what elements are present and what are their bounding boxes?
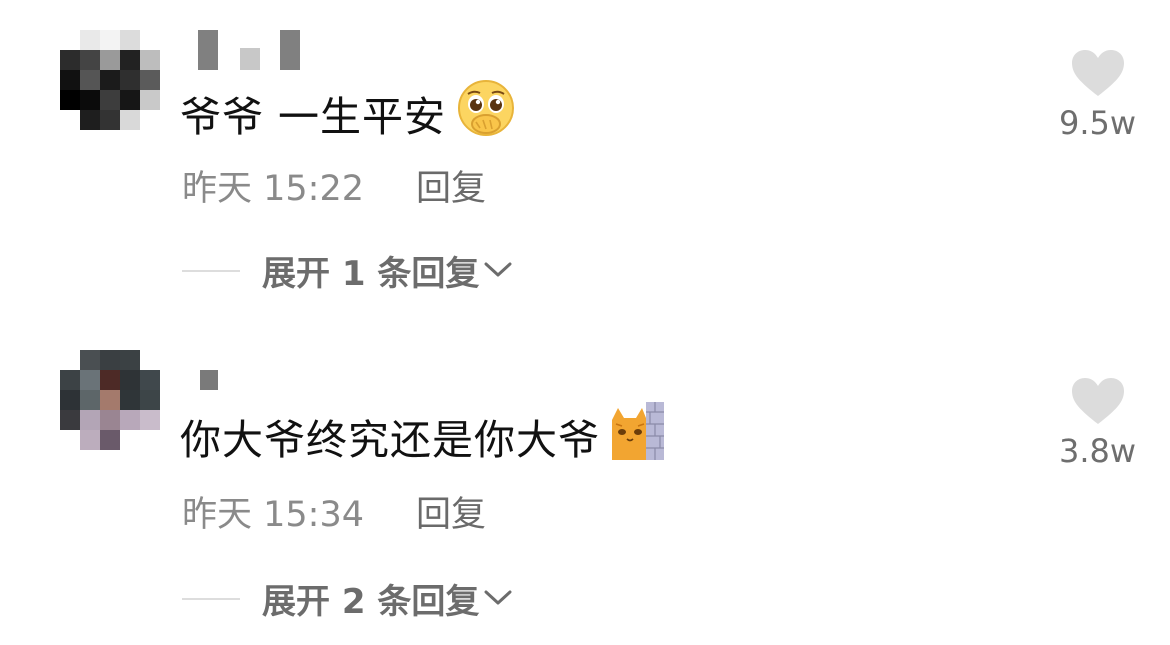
expand-replies-label: 展开 2 条回复	[262, 582, 480, 622]
avatar[interactable]	[60, 30, 160, 130]
chevron-down-icon	[483, 587, 513, 611]
divider-line	[182, 597, 240, 600]
expand-replies-button[interactable]: 展开 2 条回复	[182, 574, 513, 623]
comment-timestamp: 昨天 15:34	[182, 495, 364, 535]
like-count: 3.8w	[1058, 432, 1137, 470]
cat-peeking-emoji-icon	[610, 402, 666, 470]
like-count: 9.5w	[1058, 104, 1137, 142]
expand-replies-label: 展开 1 条回复	[262, 254, 480, 294]
comment-meta: 昨天 15:34 回复	[182, 486, 486, 537]
comment-text: 爷爷 一生平安	[180, 78, 516, 148]
comment-text-content: 爷爷 一生平安	[180, 93, 447, 141]
chevron-down-icon	[483, 259, 513, 283]
comment-text: 你大爷终究还是你大爷	[180, 402, 666, 470]
comment-timestamp: 昨天 15:22	[182, 169, 364, 209]
divider-line	[182, 269, 240, 272]
comment-meta: 昨天 15:22 回复	[182, 160, 486, 211]
reply-button[interactable]: 回复	[416, 160, 486, 211]
avatar[interactable]	[60, 350, 160, 450]
like-button[interactable]: 3.8w	[1050, 376, 1145, 470]
heart-icon	[1070, 50, 1126, 102]
expand-replies-button[interactable]: 展开 1 条回复	[182, 246, 513, 295]
like-button[interactable]: 9.5w	[1050, 48, 1145, 142]
reply-button[interactable]: 回复	[416, 486, 486, 537]
comment-text-content: 你大爷终究还是你大爷	[180, 416, 600, 464]
heart-icon	[1070, 378, 1126, 430]
pleading-face-emoji-icon	[456, 78, 516, 148]
